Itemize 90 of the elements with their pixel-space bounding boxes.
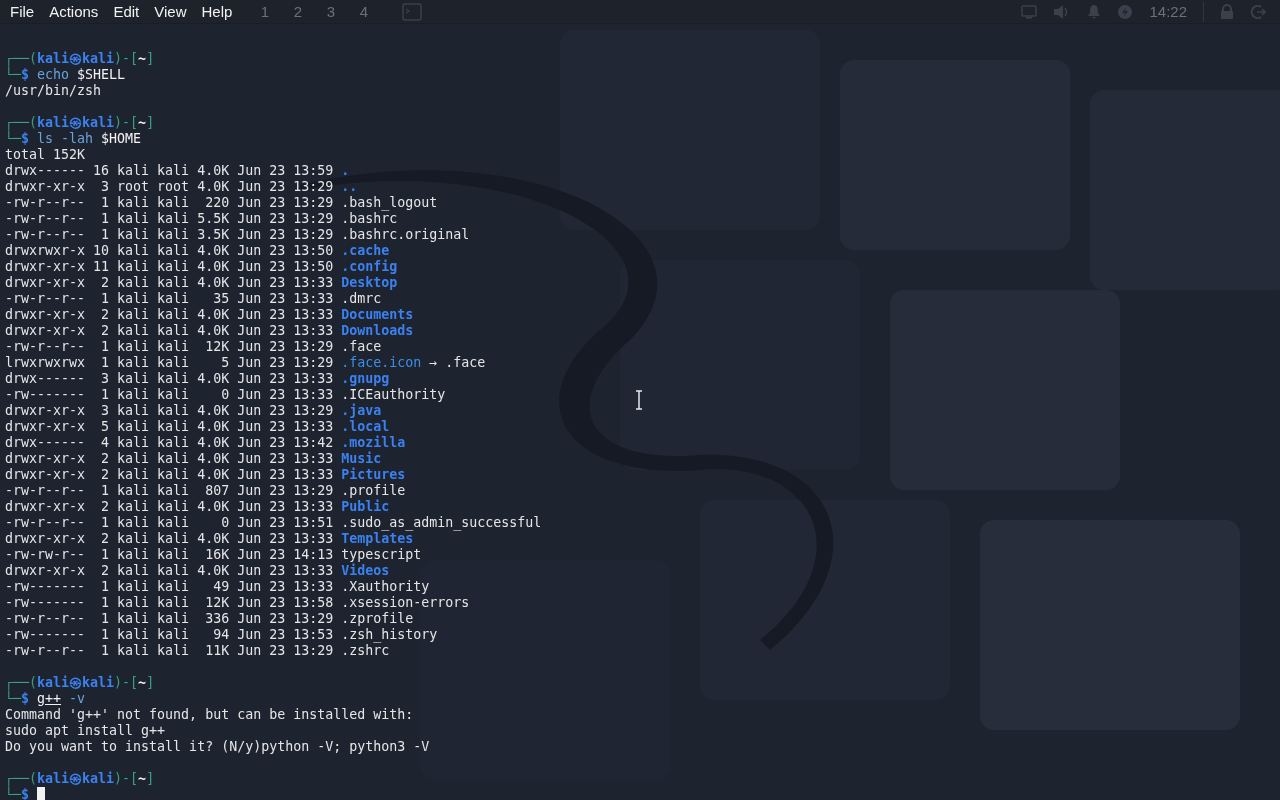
logout-icon[interactable] [1250, 3, 1266, 20]
file-name: .java [341, 403, 382, 419]
lock-icon[interactable] [1220, 3, 1234, 20]
menu-item[interactable]: Edit [106, 0, 147, 23]
file-info: lrwxrwxrwx 1 kali kali 5 Jun 23 13:29 [5, 355, 334, 371]
file-name: Videos [341, 563, 390, 579]
file-name: .bashrc.original [341, 227, 470, 243]
command-text: ls -lah $HOME [37, 131, 142, 147]
file-info: -rw-r--r-- 1 kali kali 220 Jun 23 13:29 [5, 195, 334, 211]
file-info: drwxr-xr-x 2 kali kali 4.0K Jun 23 13:33 [5, 323, 334, 339]
file-name: .cache [341, 243, 390, 259]
menu-item[interactable]: View [147, 0, 194, 23]
menu-item[interactable]: Help [194, 0, 240, 23]
output-line: sudo apt install g++ [5, 723, 167, 739]
file-info: drwxrwxr-x 10 kali kali 4.0K Jun 23 13:50 [5, 243, 334, 259]
file-name: Music [341, 451, 382, 467]
file-name: .gnupg [341, 371, 390, 387]
output-line: /usr/bin/zsh [5, 83, 103, 99]
file-name: .profile [341, 483, 406, 499]
file-info: drwxr-xr-x 11 kali kali 4.0K Jun 23 13:50 [5, 259, 334, 275]
file-name: .. [341, 179, 358, 195]
file-name: .local [341, 419, 390, 435]
file-name: .config [341, 259, 398, 275]
file-name: .mozilla [341, 435, 406, 451]
file-name: .zsh_history [341, 627, 438, 643]
file-info: drwxr-xr-x 3 kali kali 4.0K Jun 23 13:29 [5, 403, 334, 419]
file-info: -rw-r--r-- 1 kali kali 11K Jun 23 13:29 [5, 643, 334, 659]
output-line: total 152K [5, 147, 87, 163]
file-info: -rw------- 1 kali kali 12K Jun 23 13:58 [5, 595, 334, 611]
file-name: .bashrc [341, 211, 398, 227]
file-name: Pictures [341, 467, 406, 483]
file-info: drwxr-xr-x 2 kali kali 4.0K Jun 23 13:33 [5, 531, 334, 547]
file-info: drwxr-xr-x 2 kali kali 4.0K Jun 23 13:33 [5, 307, 334, 323]
file-name: typescript [341, 547, 422, 563]
file-name: . [341, 163, 350, 179]
file-info: -rw------- 1 kali kali 0 Jun 23 13:33 [5, 387, 334, 403]
file-name: .ICEauthority [341, 387, 446, 403]
link-target: → .face [429, 355, 486, 371]
prompt-sign: └─$ [5, 67, 30, 83]
prompt-sign: └─$ [5, 131, 30, 147]
file-info: drwxr-xr-x 2 kali kali 4.0K Jun 23 13:33 [5, 499, 334, 515]
file-info: -rw-rw-r-- 1 kali kali 16K Jun 23 14:13 [5, 547, 334, 563]
file-info: -rw-r--r-- 1 kali kali 807 Jun 23 13:29 [5, 483, 334, 499]
file-name: Desktop [341, 275, 398, 291]
file-info: -rw-r--r-- 1 kali kali 0 Jun 23 13:51 [5, 515, 334, 531]
terminal-icon[interactable] [402, 2, 423, 21]
file-name: .bash_logout [341, 195, 438, 211]
command-text: g++ -v [37, 691, 86, 707]
display-icon[interactable] [1021, 4, 1038, 19]
file-name: .xsession-errors [341, 595, 470, 611]
file-name: .face.icon [341, 355, 422, 371]
prompt-sign: └─$ [5, 691, 30, 707]
output-line: Command 'g++' not found, but can be installed with: [5, 707, 415, 723]
power-icon[interactable] [1117, 3, 1134, 20]
menu-item[interactable]: File [3, 0, 42, 23]
file-info: drwxr-xr-x 2 kali kali 4.0K Jun 23 13:33 [5, 563, 334, 579]
prompt-line: ┌──(kali㉿kali)-[~] [5, 115, 156, 131]
file-name: .zshrc [341, 643, 390, 659]
file-info: -rw-r--r-- 1 kali kali 3.5K Jun 23 13:29 [5, 227, 334, 243]
file-info: -rw-r--r-- 1 kali kali 12K Jun 23 13:29 [5, 339, 334, 355]
file-info: drwxr-xr-x 2 kali kali 4.0K Jun 23 13:33 [5, 275, 334, 291]
bell-icon[interactable] [1087, 3, 1102, 20]
file-name: .zprofile [341, 611, 414, 627]
file-name: Documents [341, 307, 414, 323]
file-name: Public [341, 499, 390, 515]
menu-item[interactable]: Actions [42, 0, 106, 23]
file-name: .face [341, 339, 382, 355]
file-info: -rw-r--r-- 1 kali kali 35 Jun 23 13:33 [5, 291, 334, 307]
file-name: Templates [341, 531, 414, 547]
file-name: Downloads [341, 323, 414, 339]
file-info: drwx------ 16 kali kali 4.0K Jun 23 13:59 [5, 163, 334, 179]
prompt-line: ┌──(kali㉿kali)-[~] [5, 675, 156, 691]
file-info: drwxr-xr-x 3 root root 4.0K Jun 23 13:29 [5, 179, 334, 195]
file-name: .Xauthority [341, 579, 430, 595]
text-cursor-icon [635, 390, 643, 410]
command-text: echo $SHELL [37, 67, 126, 83]
file-info: -rw------- 1 kali kali 94 Jun 23 13:53 [5, 627, 334, 643]
prompt-line: ┌──(kali㉿kali)-[~] [5, 51, 156, 67]
file-info: drwxr-xr-x 2 kali kali 4.0K Jun 23 13:33 [5, 467, 334, 483]
output-line: Do you want to install it? (N/y)python -V; python3 -V [5, 739, 431, 755]
file-name: .dmrc [341, 291, 382, 307]
file-info: drwxr-xr-x 2 kali kali 4.0K Jun 23 13:33 [5, 451, 334, 467]
file-info: -rw------- 1 kali kali 49 Jun 23 13:33 [5, 579, 334, 595]
file-info: drwx------ 3 kali kali 4.0K Jun 23 13:33 [5, 371, 334, 387]
file-info: -rw-r--r-- 1 kali kali 336 Jun 23 13:29 [5, 611, 334, 627]
file-info: -rw-r--r-- 1 kali kali 5.5K Jun 23 13:29 [5, 211, 334, 227]
prompt-line: ┌──(kali㉿kali)-[~] [5, 771, 156, 787]
file-info: drwxr-xr-x 5 kali kali 4.0K Jun 23 13:33 [5, 419, 334, 435]
file-name: .sudo_as_admin_successful [341, 515, 542, 531]
file-info: drwx------ 4 kali kali 4.0K Jun 23 13:42 [5, 435, 334, 451]
